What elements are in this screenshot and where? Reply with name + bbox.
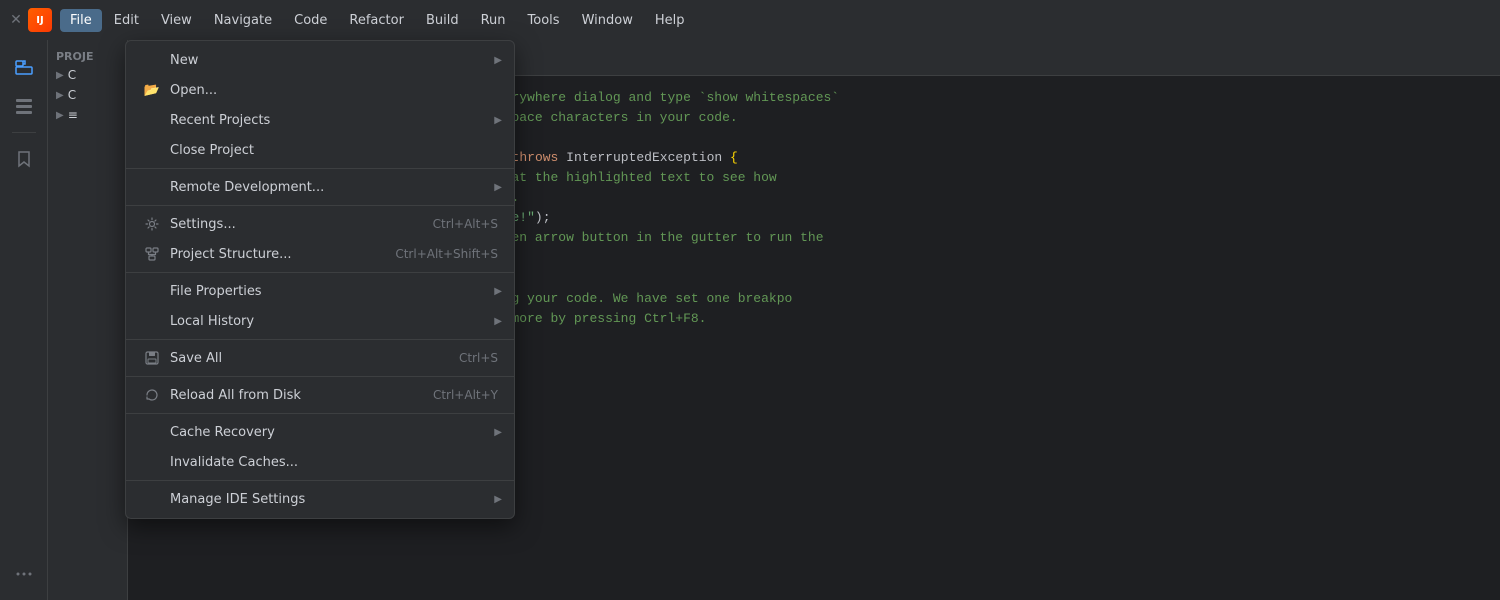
local-history-icon xyxy=(142,311,162,331)
menu-item-invalidate-label: Invalidate Caches... xyxy=(170,455,498,470)
project-struct-shortcut: Ctrl+Alt+Shift+S xyxy=(395,247,498,261)
invalidate-icon xyxy=(142,452,162,472)
menu-item-project-struct-label: Project Structure... xyxy=(170,247,371,262)
menu-item-manage-ide-label: Manage IDE Settings xyxy=(170,492,498,507)
close-project-icon xyxy=(142,140,162,160)
menu-item-file-props-label: File Properties xyxy=(170,284,498,299)
menu-item-save-all[interactable]: Save All Ctrl+S xyxy=(126,343,514,373)
menu-item-recent-projects[interactable]: Recent Projects xyxy=(126,105,514,135)
menu-separator-7 xyxy=(126,480,514,481)
menu-item-remote-label: Remote Development... xyxy=(170,180,498,195)
menu-item-new-label: New xyxy=(170,53,498,68)
open-icon: 📂 xyxy=(142,80,162,100)
menu-item-cache-recovery[interactable]: Cache Recovery xyxy=(126,417,514,447)
menu-item-project-structure[interactable]: Project Structure... Ctrl+Alt+Shift+S xyxy=(126,239,514,269)
menu-item-open-label: Open... xyxy=(170,83,498,98)
settings-icon xyxy=(142,214,162,234)
menu-item-cache-recovery-label: Cache Recovery xyxy=(170,425,498,440)
new-icon xyxy=(142,50,162,70)
remote-icon xyxy=(142,177,162,197)
menu-item-local-history[interactable]: Local History xyxy=(126,306,514,336)
menu-separator-1 xyxy=(126,168,514,169)
menu-item-manage-ide[interactable]: Manage IDE Settings xyxy=(126,484,514,514)
reload-icon xyxy=(142,385,162,405)
menu-item-close-label: Close Project xyxy=(170,143,498,158)
menu-item-invalidate-caches[interactable]: Invalidate Caches... xyxy=(126,447,514,477)
manage-ide-icon xyxy=(142,489,162,509)
menu-item-recent-label: Recent Projects xyxy=(170,113,498,128)
recent-icon xyxy=(142,110,162,130)
menu-item-reload-label: Reload All from Disk xyxy=(170,388,409,403)
dropdown-overlay[interactable]: New 📂 Open... Recent Projects Close Proj… xyxy=(0,0,1500,600)
cache-recovery-icon xyxy=(142,422,162,442)
menu-item-open[interactable]: 📂 Open... xyxy=(126,75,514,105)
settings-shortcut: Ctrl+Alt+S xyxy=(433,217,498,231)
menu-item-file-properties[interactable]: File Properties xyxy=(126,276,514,306)
menu-item-reload[interactable]: Reload All from Disk Ctrl+Alt+Y xyxy=(126,380,514,410)
menu-separator-2 xyxy=(126,205,514,206)
menu-separator-5 xyxy=(126,376,514,377)
menu-item-close-project[interactable]: Close Project xyxy=(126,135,514,165)
reload-shortcut: Ctrl+Alt+Y xyxy=(433,388,498,402)
project-struct-icon xyxy=(142,244,162,264)
menu-item-remote-dev[interactable]: Remote Development... xyxy=(126,172,514,202)
menu-item-new[interactable]: New xyxy=(126,45,514,75)
menu-item-save-all-label: Save All xyxy=(170,351,435,366)
menu-item-settings[interactable]: Settings... Ctrl+Alt+S xyxy=(126,209,514,239)
menu-item-settings-label: Settings... xyxy=(170,217,409,232)
save-all-shortcut: Ctrl+S xyxy=(459,351,498,365)
file-props-icon xyxy=(142,281,162,301)
save-icon xyxy=(142,348,162,368)
menu-separator-4 xyxy=(126,339,514,340)
file-dropdown-menu: New 📂 Open... Recent Projects Close Proj… xyxy=(125,40,515,519)
menu-item-local-history-label: Local History xyxy=(170,314,498,329)
menu-separator-6 xyxy=(126,413,514,414)
menu-separator-3 xyxy=(126,272,514,273)
